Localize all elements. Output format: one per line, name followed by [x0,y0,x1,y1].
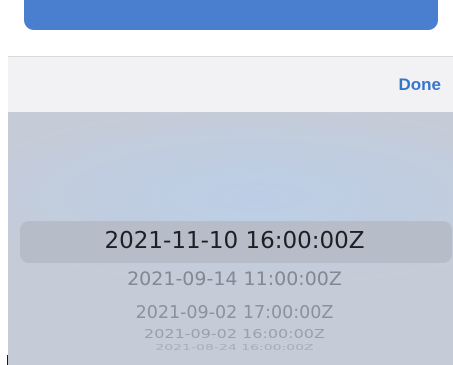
picker-toolbar: Done [8,56,453,112]
content-area [8,0,453,56]
picker-option[interactable]: 2021-09-02 17:00:00Z [8,303,453,323]
left-edge [0,0,8,365]
picker-option[interactable]: 2021-09-02 16:00:00Z [8,326,453,341]
screen: Done 2021-11-10 16:00:00Z 2021-09-14 11:… [8,0,453,365]
done-button[interactable]: Done [399,75,442,95]
picker-option[interactable]: 2021-08-24 16:00:00Z [8,344,453,353]
date-picker-wheel[interactable]: 2021-11-10 16:00:00Z 2021-09-14 11:00:00… [8,112,453,365]
primary-action-button[interactable] [24,0,438,30]
picker-option[interactable]: 2021-09-14 11:00:00Z [8,268,453,290]
picker-option-selected[interactable]: 2021-11-10 16:00:00Z [8,228,453,254]
